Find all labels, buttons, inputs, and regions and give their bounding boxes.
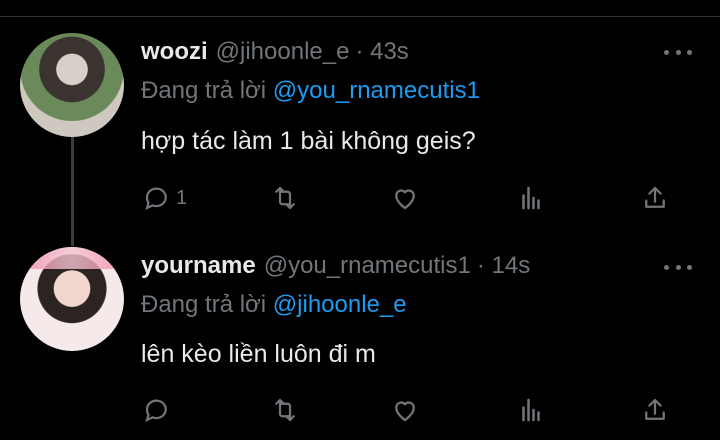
more-icon[interactable]: [664, 259, 692, 275]
reply-button[interactable]: 1: [142, 178, 187, 218]
retweet-icon: [275, 398, 295, 422]
retweet-button[interactable]: [270, 178, 300, 218]
views-icon: [522, 398, 540, 422]
share-icon: [645, 398, 665, 420]
reply-count: 1: [176, 186, 188, 209]
more-icon[interactable]: [664, 44, 692, 60]
handle[interactable]: @jihoonle_e: [216, 38, 350, 66]
tweet-header: yourname @you_rnamecutis1 · 14s: [141, 252, 530, 288]
share-icon: [645, 186, 665, 208]
replying-to: Đang trả lời @jihoonle_e: [141, 291, 407, 319]
like-button[interactable]: [390, 390, 420, 430]
tweet-text: lên kèo liền luôn đi m: [141, 340, 376, 368]
handle[interactable]: @you_rnamecutis1: [264, 252, 471, 280]
top-divider: [0, 16, 720, 17]
heart-icon: [395, 401, 415, 422]
tweet-actions: 1: [0, 178, 720, 218]
views-button[interactable]: [516, 390, 546, 430]
mention-link[interactable]: @jihoonle_e: [273, 291, 407, 318]
reply-icon: [145, 187, 167, 211]
tweet-text: hợp tác làm 1 bài không geis?: [141, 127, 476, 155]
views-button[interactable]: [516, 178, 546, 218]
avatar[interactable]: [20, 247, 124, 351]
share-button[interactable]: [640, 178, 670, 218]
views-icon: [522, 186, 540, 210]
heart-icon: [395, 189, 415, 210]
mention-link[interactable]: @you_rnamecutis1: [273, 77, 480, 104]
replying-to-label: Đang trả lời: [141, 77, 267, 104]
tweet-header: woozi @jihoonle_e · 43s: [141, 38, 409, 74]
display-name[interactable]: woozi: [141, 38, 208, 66]
retweet-icon: [275, 186, 295, 210]
timestamp[interactable]: · 43s: [355, 38, 408, 66]
replying-to-label: Đang trả lời: [141, 291, 267, 318]
avatar[interactable]: [20, 33, 124, 137]
retweet-button[interactable]: [270, 390, 300, 430]
reply-icon: [145, 399, 167, 423]
reply-button[interactable]: [142, 390, 176, 430]
share-button[interactable]: [640, 390, 670, 430]
display-name[interactable]: yourname: [141, 252, 256, 280]
like-button[interactable]: [390, 178, 420, 218]
timestamp[interactable]: · 14s: [477, 252, 530, 280]
replying-to: Đang trả lời @you_rnamecutis1: [141, 77, 480, 105]
tweet-actions: [0, 390, 720, 430]
